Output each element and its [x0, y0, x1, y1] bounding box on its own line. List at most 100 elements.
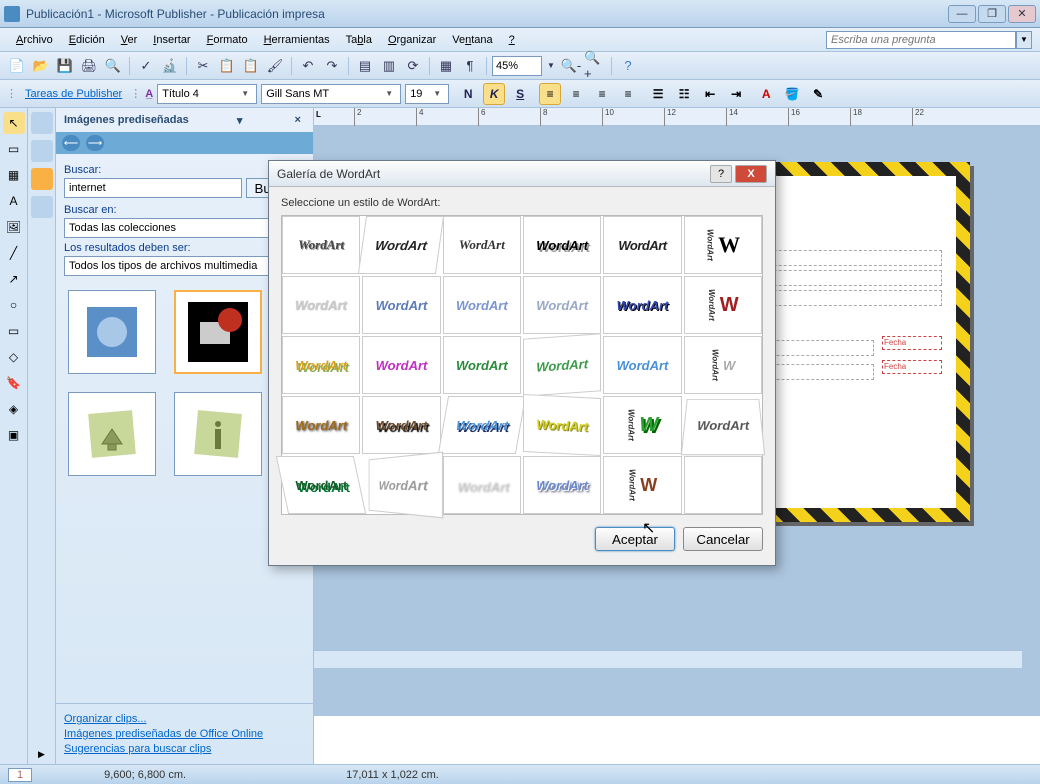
minimize-button[interactable]: —	[948, 5, 976, 23]
send-back-icon[interactable]: ▥	[378, 55, 400, 77]
page-number-tab[interactable]: 1	[8, 768, 32, 782]
clipart-thumb-4[interactable]	[174, 392, 262, 476]
wordart-style-26[interactable]: WordArt	[369, 452, 444, 519]
menu-tabla[interactable]: Tabla	[338, 31, 380, 49]
taskpane-4[interactable]	[31, 196, 53, 218]
decrease-indent-button[interactable]: ⇤	[699, 83, 721, 105]
wordart-style-16[interactable]: WordArt	[523, 333, 601, 396]
wordart-style-29[interactable]: WordArt W	[603, 456, 681, 514]
wordart-style-4[interactable]: WordArt	[523, 216, 601, 274]
clipart-close-icon[interactable]: ×	[291, 114, 305, 126]
styles-icon[interactable]: A̲	[145, 88, 153, 100]
new-icon[interactable]: 📄	[6, 55, 28, 77]
help-search-dropdown[interactable]: ▼	[1016, 31, 1032, 49]
menu-ver[interactable]: Ver	[113, 31, 146, 49]
design-gallery-tool[interactable]: ◈	[3, 398, 25, 420]
bring-front-icon[interactable]: ▤	[354, 55, 376, 77]
wordart-style-15[interactable]: WordArt	[443, 336, 521, 394]
wordart-style-23[interactable]: WordArt W	[603, 396, 681, 454]
wordart-style-17[interactable]: WordArt	[603, 336, 681, 394]
wordart-style-20[interactable]: WordArt	[362, 396, 440, 454]
clipart-fwd-icon[interactable]: ⟶	[86, 135, 104, 151]
shapes-tool[interactable]: ◇	[3, 346, 25, 368]
wordart-style-25[interactable]: WordArt	[276, 456, 367, 514]
close-button[interactable]: ✕	[1008, 5, 1036, 23]
wordart-style-11[interactable]: WordArt	[603, 276, 681, 334]
special-chars-icon[interactable]: ¶	[459, 55, 481, 77]
menu-organizar[interactable]: Organizar	[380, 31, 444, 49]
wordart-style-27[interactable]: WordArt	[443, 456, 521, 514]
item-tool[interactable]: ▣	[3, 424, 25, 446]
menu-formato[interactable]: Formato	[199, 31, 256, 49]
menu-insertar[interactable]: Insertar	[145, 31, 198, 49]
bold-button[interactable]: N	[457, 83, 479, 105]
office-online-link[interactable]: Imágenes prediseñadas de Office Online	[64, 728, 305, 740]
zoom-out-icon[interactable]: 🔍-	[560, 55, 582, 77]
help-search-input[interactable]	[826, 31, 1016, 49]
rect-tool[interactable]: ▭	[3, 320, 25, 342]
increase-indent-button[interactable]: ⇥	[725, 83, 747, 105]
clipart-thumb-3[interactable]	[68, 392, 156, 476]
save-icon[interactable]: 💾	[54, 55, 76, 77]
spell-icon[interactable]: ✓	[135, 55, 157, 77]
wordart-style-28[interactable]: WordArt	[523, 456, 601, 514]
underline-button[interactable]: S	[509, 83, 531, 105]
format-painter-icon[interactable]: 🖌	[264, 55, 286, 77]
italic-button[interactable]: K	[483, 83, 505, 105]
wordart-style-14[interactable]: WordArt	[362, 336, 440, 394]
wordart-style-30[interactable]	[684, 456, 762, 514]
pointer-tool[interactable]: ↖	[3, 112, 25, 134]
organize-clips-link[interactable]: Organizar clips...	[64, 713, 305, 725]
zoom-dd[interactable]: ▼	[544, 55, 558, 77]
font-color-button[interactable]: A	[755, 83, 777, 105]
wordart-style-7[interactable]: WordArt	[282, 276, 360, 334]
horizontal-scrollbar[interactable]	[314, 650, 1022, 668]
wordart-style-18[interactable]: WordArt W	[684, 336, 762, 394]
taskpane-collapse[interactable]: ▶	[31, 748, 53, 760]
line-tool[interactable]: ╱	[3, 242, 25, 264]
font-combo[interactable]: Gill Sans MT▼	[261, 84, 401, 104]
preview-icon[interactable]: 🔍	[102, 55, 124, 77]
print-icon[interactable]: 🖨	[78, 55, 100, 77]
clipart-thumb-2[interactable]	[174, 290, 262, 374]
wordart-style-6[interactable]: WordArt W	[684, 216, 762, 274]
wordart-style-5[interactable]: WordArt	[603, 216, 681, 274]
wordart-style-21[interactable]: WordArt	[438, 396, 527, 454]
wordart-tool[interactable]: A	[3, 190, 25, 212]
numbering-button[interactable]: ☷	[673, 83, 695, 105]
columns-icon[interactable]: ▦	[435, 55, 457, 77]
tips-link[interactable]: Sugerencias para buscar clips	[64, 743, 305, 755]
fontsize-combo[interactable]: 19▼	[405, 84, 449, 104]
clipart-search-input[interactable]	[64, 178, 242, 198]
paste-icon[interactable]: 📋	[240, 55, 262, 77]
menu-herramientas[interactable]: Herramientas	[256, 31, 338, 49]
wordart-style-8[interactable]: WordArt	[362, 276, 440, 334]
wordart-style-10[interactable]: WordArt	[523, 276, 601, 334]
clipart-dropdown[interactable]: ▾	[233, 114, 247, 127]
table-tool[interactable]: ▦	[3, 164, 25, 186]
wordart-style-3[interactable]: WordArt	[443, 216, 521, 274]
clipart-back-icon[interactable]: ⟵	[62, 135, 80, 151]
zoom-in-icon[interactable]: 🔍+	[584, 55, 606, 77]
wordart-style-19[interactable]: WordArt	[282, 396, 360, 454]
zoom-combo[interactable]	[492, 56, 542, 76]
line-color-button[interactable]: ✎	[807, 83, 829, 105]
wordart-style-12[interactable]: WordArt W	[684, 276, 762, 334]
taskpane-1[interactable]	[31, 112, 53, 134]
wordart-style-9[interactable]: WordArt	[443, 276, 521, 334]
menu-help[interactable]: ?	[501, 31, 523, 49]
open-icon[interactable]: 📂	[30, 55, 52, 77]
style-combo[interactable]: Título 4▼	[157, 84, 257, 104]
dialog-titlebar[interactable]: Galería de WordArt ? X	[269, 161, 775, 187]
textbox-tool[interactable]: ▭	[3, 138, 25, 160]
fill-color-button[interactable]: 🪣	[781, 83, 803, 105]
redo-icon[interactable]: ↷	[321, 55, 343, 77]
maximize-button[interactable]: ❐	[978, 5, 1006, 23]
dialog-close-button[interactable]: X	[735, 165, 767, 183]
copy-icon[interactable]: 📋	[216, 55, 238, 77]
taskpane-3-active[interactable]	[31, 168, 53, 190]
menu-edicion[interactable]: Edición	[61, 31, 113, 49]
dialog-help-button[interactable]: ?	[710, 165, 732, 183]
dialog-cancel-button[interactable]: Cancelar	[683, 527, 763, 551]
bullets-button[interactable]: ☰	[647, 83, 669, 105]
